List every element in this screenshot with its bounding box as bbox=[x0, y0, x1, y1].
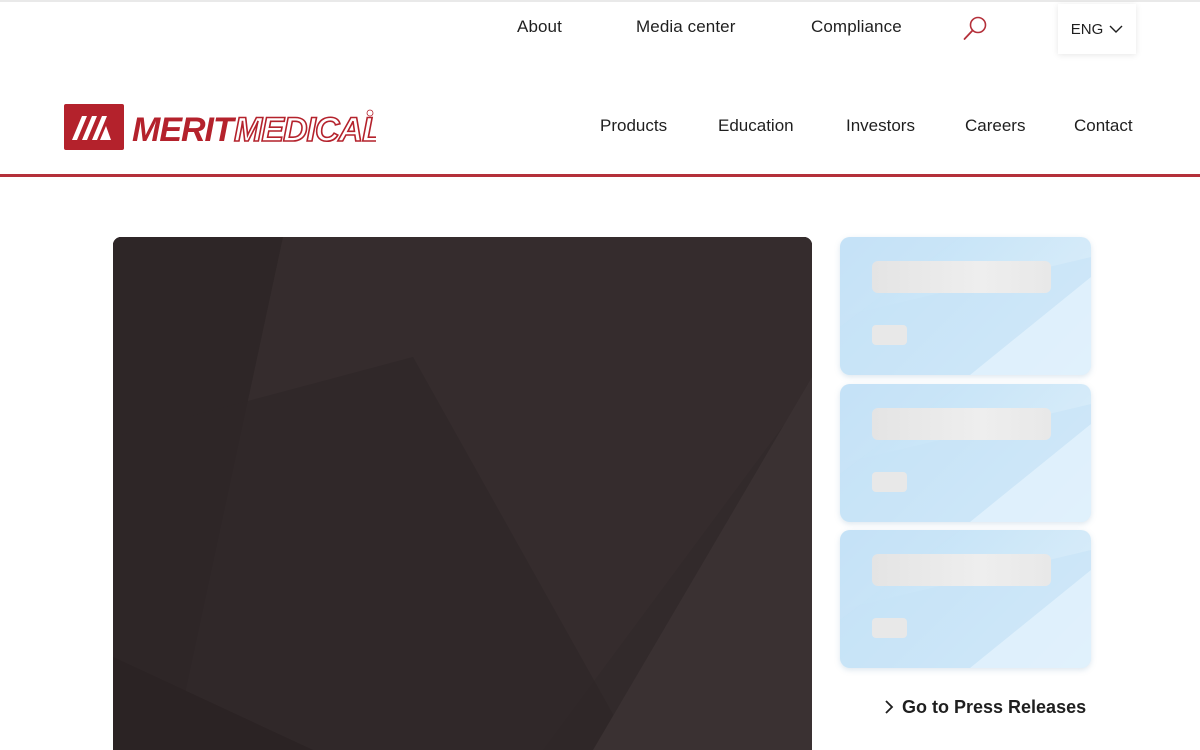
nav-contact[interactable]: Contact bbox=[1074, 116, 1133, 136]
nav-media-center[interactable]: Media center bbox=[636, 17, 735, 37]
search-button[interactable] bbox=[960, 13, 990, 43]
press-card-2[interactable] bbox=[840, 384, 1091, 522]
nav-about[interactable]: About bbox=[517, 17, 562, 37]
nav-compliance[interactable]: Compliance bbox=[811, 17, 902, 37]
card-tag-skeleton bbox=[872, 325, 907, 345]
press-card-3[interactable] bbox=[840, 530, 1091, 668]
nav-education[interactable]: Education bbox=[718, 116, 794, 136]
nav-investors[interactable]: Investors bbox=[846, 116, 915, 136]
card-tag-skeleton bbox=[872, 472, 907, 492]
chevron-right-icon bbox=[885, 700, 894, 714]
header-divider bbox=[0, 174, 1200, 177]
card-background bbox=[840, 530, 1091, 668]
search-icon bbox=[963, 16, 987, 40]
card-background bbox=[840, 237, 1091, 375]
press-card-1[interactable] bbox=[840, 237, 1091, 375]
card-title-skeleton bbox=[872, 408, 1051, 440]
card-title-skeleton bbox=[872, 261, 1051, 293]
utility-nav: About Media center Compliance ENG bbox=[0, 0, 1200, 56]
card-background bbox=[840, 384, 1091, 522]
press-link-label: Go to Press Releases bbox=[902, 696, 1087, 717]
main-nav: Products Education Investors Careers Con… bbox=[0, 116, 1200, 140]
hero-media-placeholder[interactable] bbox=[113, 237, 812, 750]
chevron-down-icon bbox=[1109, 25, 1123, 33]
language-selector[interactable]: ENG bbox=[1058, 4, 1136, 54]
go-to-press-releases-link[interactable]: Go to Press Releases bbox=[884, 695, 1086, 719]
nav-careers[interactable]: Careers bbox=[965, 116, 1025, 136]
nav-products[interactable]: Products bbox=[600, 116, 667, 136]
language-label: ENG bbox=[1070, 20, 1104, 38]
card-tag-skeleton bbox=[872, 618, 907, 638]
card-title-skeleton bbox=[872, 554, 1051, 586]
